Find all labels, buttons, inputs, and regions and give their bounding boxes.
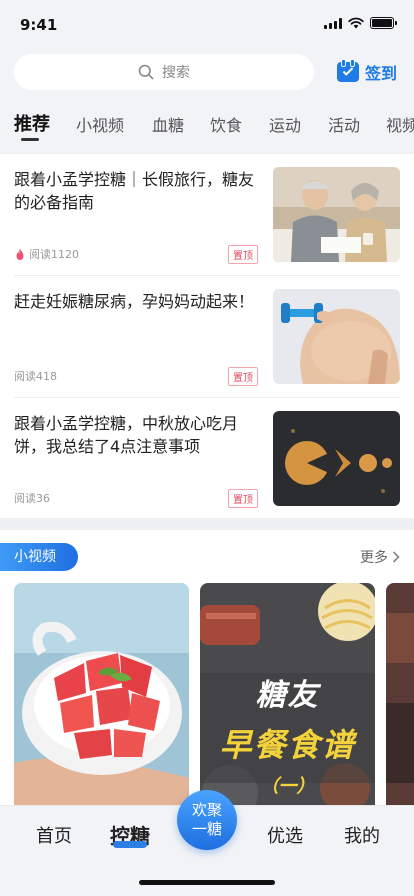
checkin-button[interactable]: 签到 xyxy=(337,59,398,84)
read-count: 阅读418 xyxy=(14,370,57,383)
tab-exercise[interactable]: 运动 xyxy=(269,112,301,136)
center-action-button[interactable]: 欢聚 一糖 xyxy=(177,790,237,850)
short-video-section: 小视频 更多 糖友 早餐食谱 （一） xyxy=(0,530,414,823)
cellular-signal-icon xyxy=(324,17,342,29)
video-card-watermelon[interactable] xyxy=(14,583,189,823)
more-link[interactable]: 更多 xyxy=(360,547,400,567)
battery-icon xyxy=(370,17,397,29)
tab-activity[interactable]: 活动 xyxy=(328,112,360,136)
video-card-breakfast-recipe[interactable] xyxy=(200,583,375,823)
article-meta: 阅读36 xyxy=(14,490,50,506)
article-item[interactable]: 跟着小孟学控糖，中秋放心吃月饼，我总结了4点注意事项 阅读36 置顶 xyxy=(0,398,414,518)
search-placeholder: 搜索 xyxy=(162,65,190,81)
pinned-badge: 置顶 xyxy=(228,245,258,264)
tabbar-mine[interactable]: 我的 xyxy=(344,822,380,848)
read-count: 阅读36 xyxy=(14,492,50,505)
wifi-icon xyxy=(348,17,364,29)
search-icon xyxy=(138,64,154,80)
article-meta: 阅读1120 xyxy=(14,246,79,262)
tab-short-video[interactable]: 小视频 xyxy=(76,112,124,136)
status-time: 9:41 xyxy=(20,16,58,34)
checkin-label: 签到 xyxy=(365,64,398,83)
tab-diet[interactable]: 饮食 xyxy=(210,112,242,136)
article-title: 赶走妊娠糖尿病，孕妈妈动起来！ xyxy=(14,292,255,311)
tabbar-selected[interactable]: 优选 xyxy=(267,822,303,848)
status-icons xyxy=(324,17,397,29)
article-thumbnail-elderly-couple xyxy=(273,167,400,262)
tab-recommend[interactable]: 推荐 xyxy=(14,110,50,136)
read-count: 阅读1120 xyxy=(29,248,79,261)
home-indicator xyxy=(139,880,275,885)
calendar-check-icon xyxy=(337,59,359,82)
pinned-badge: 置顶 xyxy=(228,367,258,386)
article-thumbnail-mooncake xyxy=(273,411,400,506)
search-bar[interactable]: 搜索 xyxy=(14,54,314,90)
article-item[interactable]: 赶走妊娠糖尿病，孕妈妈动起来！ 阅读418 置顶 xyxy=(0,276,414,396)
category-tabs: 推荐 小视频 血糖 饮食 运动 活动 视频 xyxy=(14,110,414,144)
video-card-partial[interactable] xyxy=(386,583,414,823)
tab-video[interactable]: 视频 xyxy=(386,112,414,136)
more-label: 更多 xyxy=(360,550,388,566)
article-thumbnail-pregnancy xyxy=(273,289,400,384)
article-meta: 阅读418 xyxy=(14,368,57,384)
article-title: 跟着小孟学控糖，中秋放心吃月饼，我总结了4点注意事项 xyxy=(14,414,239,456)
pinned-badge: 置顶 xyxy=(228,489,258,508)
tabbar-active-indicator xyxy=(113,841,147,848)
section-tag: 小视频 xyxy=(0,543,78,571)
tabbar-home[interactable]: 首页 xyxy=(36,822,72,848)
status-bar: 9:41 xyxy=(0,0,414,48)
center-action-line-2: 一糖 xyxy=(191,820,222,838)
chevron-right-icon xyxy=(392,551,400,563)
article-item[interactable]: 跟着小孟学控糖｜长假旅行，糖友的必备指南 阅读1120 置顶 xyxy=(0,154,414,274)
tab-blood-sugar[interactable]: 血糖 xyxy=(152,112,184,136)
active-tab-indicator xyxy=(21,138,39,141)
article-title: 跟着小孟学控糖｜长假旅行，糖友的必备指南 xyxy=(14,170,255,212)
flame-icon xyxy=(16,248,24,260)
center-action-line-1: 欢聚 xyxy=(191,801,222,819)
article-feed: 跟着小孟学控糖｜长假旅行，糖友的必备指南 阅读1120 置顶 赶走妊娠糖尿病，孕… xyxy=(0,154,414,518)
